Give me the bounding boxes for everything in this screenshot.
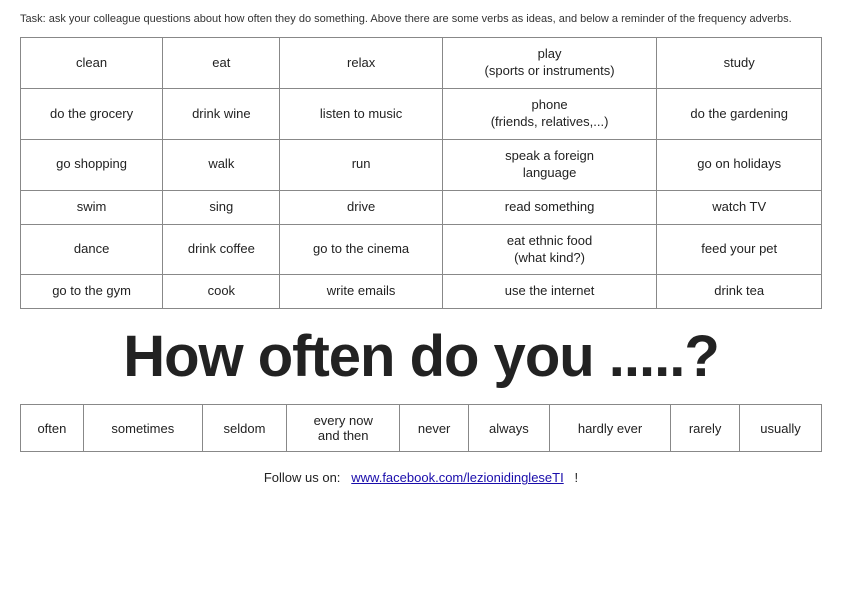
frequency-adverb: sometimes: [83, 405, 202, 452]
verb-cell: listen to music: [280, 89, 442, 140]
verbs-table: cleaneatrelaxplay(sports or instruments)…: [20, 37, 822, 309]
follow-us-label: Follow us on:: [264, 470, 341, 485]
frequency-adverb: never: [400, 405, 469, 452]
verb-cell: go to the cinema: [280, 224, 442, 275]
verb-cell: speak a foreignlanguage: [442, 139, 657, 190]
verb-cell: feed your pet: [657, 224, 822, 275]
verb-cell: go to the gym: [21, 275, 163, 309]
follow-us-section: Follow us on: www.facebook.com/lezionidi…: [20, 470, 822, 485]
frequency-adverb: always: [469, 405, 550, 452]
verb-cell: write emails: [280, 275, 442, 309]
follow-us-exclamation: !: [575, 470, 579, 485]
frequency-adverb: every nowand then: [287, 405, 400, 452]
frequency-adverb: seldom: [202, 405, 286, 452]
frequency-adverb: hardly ever: [549, 405, 670, 452]
main-heading: How often do you .....?: [20, 323, 822, 390]
facebook-link[interactable]: www.facebook.com/lezionidingleseTI: [351, 470, 563, 485]
verb-cell: do the grocery: [21, 89, 163, 140]
verb-cell: sing: [163, 190, 280, 224]
verb-cell: read something: [442, 190, 657, 224]
verb-cell: go shopping: [21, 139, 163, 190]
verb-cell: play(sports or instruments): [442, 38, 657, 89]
frequency-table: oftensometimesseldomevery nowand thennev…: [20, 404, 822, 452]
task-description: Task: ask your colleague questions about…: [20, 12, 822, 27]
verb-cell: cook: [163, 275, 280, 309]
verb-cell: swim: [21, 190, 163, 224]
verb-cell: run: [280, 139, 442, 190]
verb-cell: drink wine: [163, 89, 280, 140]
verb-cell: eat: [163, 38, 280, 89]
verb-cell: walk: [163, 139, 280, 190]
verb-cell: relax: [280, 38, 442, 89]
verb-cell: drink tea: [657, 275, 822, 309]
verb-cell: clean: [21, 38, 163, 89]
verb-cell: dance: [21, 224, 163, 275]
verb-cell: study: [657, 38, 822, 89]
verb-cell: watch TV: [657, 190, 822, 224]
verb-cell: phone(friends, relatives,...): [442, 89, 657, 140]
frequency-adverb: often: [21, 405, 84, 452]
frequency-adverb: rarely: [671, 405, 740, 452]
frequency-adverb: usually: [739, 405, 821, 452]
verb-cell: drink coffee: [163, 224, 280, 275]
verb-cell: eat ethnic food(what kind?): [442, 224, 657, 275]
verb-cell: use the internet: [442, 275, 657, 309]
verb-cell: go on holidays: [657, 139, 822, 190]
verb-cell: do the gardening: [657, 89, 822, 140]
verb-cell: drive: [280, 190, 442, 224]
